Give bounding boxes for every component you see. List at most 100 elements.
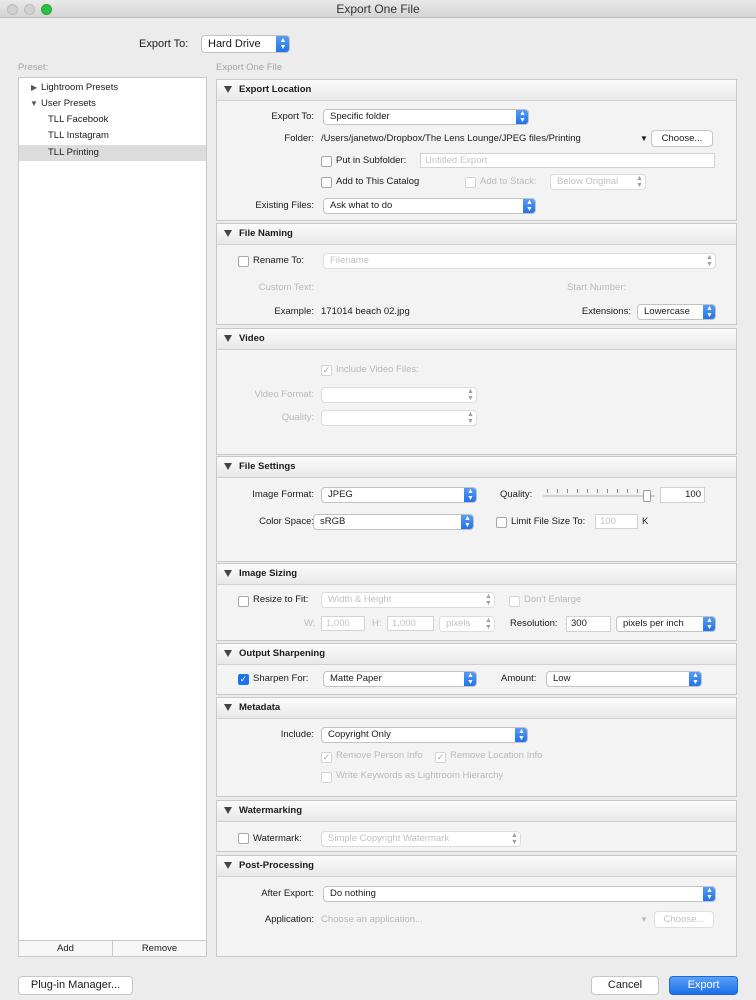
disclosure-down-icon[interactable]: ▼	[30, 96, 38, 112]
extensions-select[interactable]: Lowercase ▲ ▼	[637, 304, 716, 320]
choose-folder-button[interactable]: Choose...	[651, 130, 713, 147]
preset-folder-lightroom[interactable]: ▶ Lightroom Presets	[19, 80, 206, 96]
choose-application-button[interactable]: Choose...	[654, 911, 714, 928]
export-destination-select[interactable]: Hard Drive ▲ ▼	[201, 35, 290, 53]
extensions-label: Extensions:	[581, 306, 631, 317]
cancel-button[interactable]: Cancel	[591, 976, 659, 995]
video-format-select[interactable]: ▲ ▼	[321, 387, 477, 403]
preset-item-tll-instagram[interactable]: TLL Instagram	[19, 128, 206, 144]
application-path[interactable]: Choose an application...	[321, 913, 423, 927]
metadata-include-select[interactable]: Copyright Only ▲ ▼	[321, 727, 528, 743]
add-preset-button[interactable]: Add	[19, 941, 113, 957]
image-format-label: Image Format:	[252, 489, 314, 500]
preset-item-tll-printing[interactable]: TLL Printing	[19, 145, 206, 161]
section-header[interactable]: Image Sizing	[217, 564, 736, 585]
collapse-triangle-icon[interactable]	[224, 463, 232, 470]
watermark-select[interactable]: Simple Copyright Watermark ▲ ▼	[321, 831, 521, 847]
resize-mode-select[interactable]: Width & Height ▲ ▼	[321, 592, 495, 608]
limit-file-size-checkbox[interactable]	[496, 517, 507, 528]
metadata-include-label: Include:	[280, 729, 314, 740]
quality-input[interactable]: 100	[660, 487, 705, 503]
application-dropdown-icon[interactable]: ▼	[640, 913, 648, 927]
export-to-label: Export To:	[271, 111, 314, 122]
dont-enlarge-checkbox[interactable]	[509, 596, 520, 607]
collapse-triangle-icon[interactable]	[224, 570, 232, 577]
color-space-select[interactable]: sRGB ▲ ▼	[313, 514, 474, 530]
section-header[interactable]: Metadata	[217, 698, 736, 719]
video-quality-select[interactable]: ▲ ▼	[321, 410, 477, 426]
subfolder-checkbox[interactable]	[321, 156, 332, 167]
resolution-input[interactable]: 300	[566, 616, 611, 632]
collapse-triangle-icon[interactable]	[224, 335, 232, 342]
rename-label: Rename To:	[253, 255, 305, 266]
amount-select[interactable]: Low ▲ ▼	[546, 671, 702, 687]
section-header[interactable]: Watermarking	[217, 801, 736, 822]
collapse-triangle-icon[interactable]	[224, 650, 232, 657]
rename-template-select[interactable]: Filename ▲ ▼	[323, 253, 716, 269]
slider-tick	[567, 489, 568, 493]
close-window-icon[interactable]	[7, 4, 18, 15]
remove-location-info-checkbox[interactable]: ✓	[435, 752, 446, 763]
folder-path[interactable]: /Users/janetwo/Dropbox/The Lens Lounge/J…	[321, 132, 581, 146]
main-heading: Export One File	[216, 62, 282, 73]
collapse-triangle-icon[interactable]	[224, 704, 232, 711]
slider-tick	[577, 489, 578, 493]
video-section: Video ✓ Include Video Files: Video Forma…	[216, 328, 737, 455]
watermark-label: Watermark:	[253, 833, 302, 844]
plugin-manager-button[interactable]: Plug-in Manager...	[18, 976, 133, 995]
include-video-checkbox[interactable]: ✓	[321, 365, 332, 376]
section-header[interactable]: File Settings	[217, 457, 736, 478]
rename-checkbox[interactable]	[238, 256, 249, 267]
chevron-updown-icon: ▲ ▼	[461, 515, 473, 529]
resolution-unit-value: pixels per inch	[623, 618, 684, 629]
remove-preset-button[interactable]: Remove	[113, 941, 206, 957]
export-to-select[interactable]: Specific folder ▲ ▼	[323, 109, 529, 125]
quality-slider[interactable]	[543, 489, 655, 503]
video-format-label: Video Format:	[254, 389, 315, 400]
size-units-select[interactable]: pixels ▲ ▼	[439, 616, 495, 632]
limit-file-size-label: Limit File Size To:	[511, 516, 586, 527]
image-format-select[interactable]: JPEG ▲ ▼	[321, 487, 477, 503]
slider-tick	[587, 489, 588, 493]
custom-text-label: Custom Text:	[258, 282, 314, 293]
existing-files-select[interactable]: Ask what to do ▲ ▼	[323, 198, 536, 214]
chevron-updown-icon: ▲ ▼	[467, 388, 474, 402]
width-input[interactable]: 1,000	[321, 616, 365, 631]
resolution-unit-select[interactable]: pixels per inch ▲ ▼	[616, 616, 716, 632]
height-input[interactable]: 1,000	[387, 616, 434, 631]
output-sharpening-section: Output Sharpening ✓ Sharpen For: Matte P…	[216, 643, 737, 695]
watermark-checkbox[interactable]	[238, 833, 249, 844]
file-settings-section: File Settings Image Format: JPEG ▲ ▼ Quali…	[216, 456, 737, 562]
section-header[interactable]: Video	[217, 329, 736, 350]
stack-position-select[interactable]: Below Original ▲ ▼	[550, 174, 646, 190]
collapse-triangle-icon[interactable]	[224, 86, 232, 93]
folder-dropdown-icon[interactable]: ▼	[640, 132, 648, 146]
preset-folder-user[interactable]: ▼ User Presets	[19, 96, 206, 112]
sharpen-for-checkbox[interactable]: ✓	[238, 674, 249, 685]
collapse-triangle-icon[interactable]	[224, 862, 232, 869]
limit-file-size-input[interactable]: 100	[595, 514, 638, 529]
collapse-triangle-icon[interactable]	[224, 807, 232, 814]
remove-person-info-checkbox[interactable]: ✓	[321, 752, 332, 763]
after-export-select[interactable]: Do nothing ▲ ▼	[323, 886, 716, 902]
preset-item-tll-facebook[interactable]: TLL Facebook	[19, 112, 206, 128]
collapse-triangle-icon[interactable]	[224, 230, 232, 237]
resize-to-fit-checkbox[interactable]	[238, 596, 249, 607]
section-header[interactable]: Export Location	[217, 80, 736, 101]
chevron-updown-icon: ▲ ▼	[703, 305, 715, 319]
add-to-catalog-checkbox[interactable]	[321, 177, 332, 188]
zoom-window-icon[interactable]	[41, 4, 52, 15]
export-button[interactable]: Export	[669, 976, 738, 995]
section-header[interactable]: File Naming	[217, 224, 736, 245]
sharpen-for-select[interactable]: Matte Paper ▲ ▼	[323, 671, 477, 687]
disclosure-right-icon[interactable]: ▶	[31, 80, 37, 96]
subfolder-input[interactable]: Untitled Export	[420, 153, 715, 168]
minimize-window-icon[interactable]	[24, 4, 35, 15]
section-header[interactable]: Output Sharpening	[217, 644, 736, 665]
slider-thumb[interactable]	[643, 490, 651, 502]
add-to-stack-checkbox[interactable]	[465, 177, 476, 188]
section-header[interactable]: Post-Processing	[217, 856, 736, 877]
write-keywords-checkbox[interactable]	[321, 772, 332, 783]
slider-tick	[637, 489, 638, 493]
stack-position-value: Below Original	[557, 176, 619, 187]
